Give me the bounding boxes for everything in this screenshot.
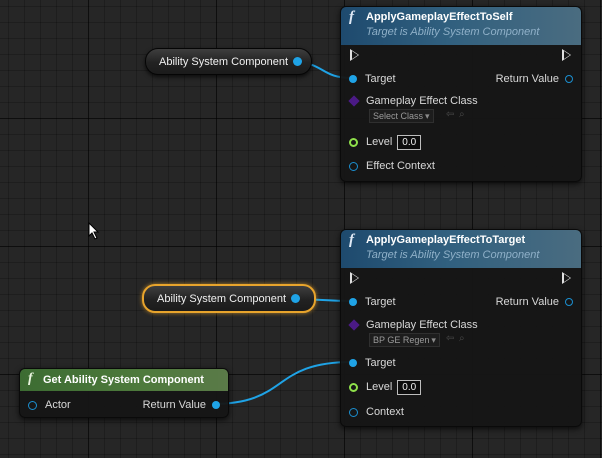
dropdown-value: Select Class xyxy=(373,111,424,121)
return-value-label: Return Value xyxy=(495,296,559,308)
chevron-down-icon: ▾ xyxy=(425,111,430,121)
return-value-pin-row[interactable]: Return Value xyxy=(496,70,573,88)
effect-context-label: Effect Context xyxy=(366,160,435,172)
level-pin-icon[interactable] xyxy=(349,382,358,392)
ability-system-component-variable-node-selected[interactable]: Ability System Component xyxy=(142,284,316,313)
level-input[interactable]: 0.0 xyxy=(397,379,422,395)
class-pin-icon[interactable] xyxy=(348,319,360,331)
actor-pin-label: Actor xyxy=(45,399,71,411)
target2-pin-row[interactable]: Target xyxy=(349,354,396,372)
effect-context-pin-icon[interactable] xyxy=(349,161,358,171)
class-pin-icon[interactable] xyxy=(348,95,360,107)
target-pin-label: Target xyxy=(365,73,396,85)
gameplay-effect-class-label: Gameplay Effect Class xyxy=(366,319,478,331)
variable-label: Ability System Component xyxy=(159,55,288,68)
browse-arrow-icon[interactable]: ⇦ xyxy=(446,333,454,344)
node-title: ApplyGameplayEffectToTarget xyxy=(366,234,526,246)
return-value-pin-icon[interactable] xyxy=(565,298,573,306)
gameplay-effect-class-pin-row[interactable]: Gameplay Effect Class xyxy=(348,92,478,110)
gameplay-effect-class-dropdown[interactable]: Select Class ▾ xyxy=(369,109,434,123)
ability-system-component-variable-node[interactable]: Ability System Component xyxy=(145,48,312,75)
search-icon[interactable]: ⌕ xyxy=(459,333,465,344)
level-pin-row[interactable]: Level 0.0 xyxy=(349,133,422,151)
object-output-pin[interactable] xyxy=(291,294,300,303)
gameplay-effect-class-label: Gameplay Effect Class xyxy=(366,95,478,107)
mouse-cursor-icon xyxy=(88,222,100,240)
actor-pin-icon[interactable] xyxy=(28,400,37,410)
apply-gameplay-effect-to-target-node[interactable]: f ApplyGameplayEffectToTarget Target is … xyxy=(340,229,582,427)
browse-arrow-icon[interactable]: ⇦ xyxy=(446,109,454,120)
exec-output-icon[interactable] xyxy=(562,272,571,284)
function-icon: f xyxy=(28,371,33,386)
variable-label: Ability System Component xyxy=(157,292,286,305)
target-pin-icon[interactable] xyxy=(349,75,357,83)
level-pin-row[interactable]: Level 0.0 xyxy=(349,378,422,396)
node-header[interactable]: f ApplyGameplayEffectToTarget Target is … xyxy=(341,230,581,268)
node-title: Get Ability System Component xyxy=(43,374,204,386)
gameplay-effect-class-dropdown[interactable]: BP GE Regen ▾ xyxy=(369,333,440,347)
return-value-label: Return Value xyxy=(495,73,559,85)
chevron-down-icon: ▾ xyxy=(431,335,436,345)
dropdown-value: BP GE Regen xyxy=(373,335,430,345)
node-header[interactable]: f ApplyGameplayEffectToSelf Target is Ab… xyxy=(341,7,581,45)
return-value-pin-icon[interactable] xyxy=(565,75,573,83)
context-pin-icon[interactable] xyxy=(349,407,358,417)
target-pin-row[interactable]: Target xyxy=(349,70,396,88)
return-value-pin-icon[interactable] xyxy=(212,401,220,409)
gameplay-effect-class-pin-row[interactable]: Gameplay Effect Class xyxy=(348,316,478,334)
node-title: ApplyGameplayEffectToSelf xyxy=(366,11,513,23)
level-input[interactable]: 0.0 xyxy=(397,134,422,150)
get-ability-system-component-node[interactable]: f Get Ability System Component Actor Ret… xyxy=(19,368,229,418)
function-icon: f xyxy=(349,232,354,248)
return-value-pin-row[interactable]: Return Value xyxy=(496,293,573,311)
target2-pin-icon[interactable] xyxy=(349,359,357,367)
return-value-pin-row[interactable]: Return Value xyxy=(143,396,220,414)
effect-context-pin-row[interactable]: Effect Context xyxy=(349,157,435,175)
context-pin-row[interactable]: Context xyxy=(349,403,404,421)
function-icon: f xyxy=(349,9,354,25)
apply-gameplay-effect-to-self-node[interactable]: f ApplyGameplayEffectToSelf Target is Ab… xyxy=(340,6,582,182)
node-header[interactable]: f Get Ability System Component xyxy=(20,369,228,391)
return-value-label: Return Value xyxy=(142,399,206,411)
wire-get-to-target2 xyxy=(211,361,353,405)
level-pin-icon[interactable] xyxy=(349,137,358,147)
level-label: Level xyxy=(366,136,393,148)
node-subtitle: Target is Ability System Component xyxy=(366,26,540,38)
target-pin-label: Target xyxy=(365,296,396,308)
actor-pin-row[interactable]: Actor xyxy=(28,396,71,414)
level-label: Level xyxy=(366,381,393,393)
context-label: Context xyxy=(366,406,404,418)
object-output-pin[interactable] xyxy=(293,57,302,66)
target2-pin-label: Target xyxy=(365,357,396,369)
target-pin-row[interactable]: Target xyxy=(349,293,396,311)
target-pin-icon[interactable] xyxy=(349,298,357,306)
search-icon[interactable]: ⌕ xyxy=(459,109,465,120)
exec-output-icon[interactable] xyxy=(562,49,571,61)
exec-input-icon[interactable] xyxy=(350,272,359,284)
exec-input-icon[interactable] xyxy=(350,49,359,61)
node-subtitle: Target is Ability System Component xyxy=(366,249,540,261)
